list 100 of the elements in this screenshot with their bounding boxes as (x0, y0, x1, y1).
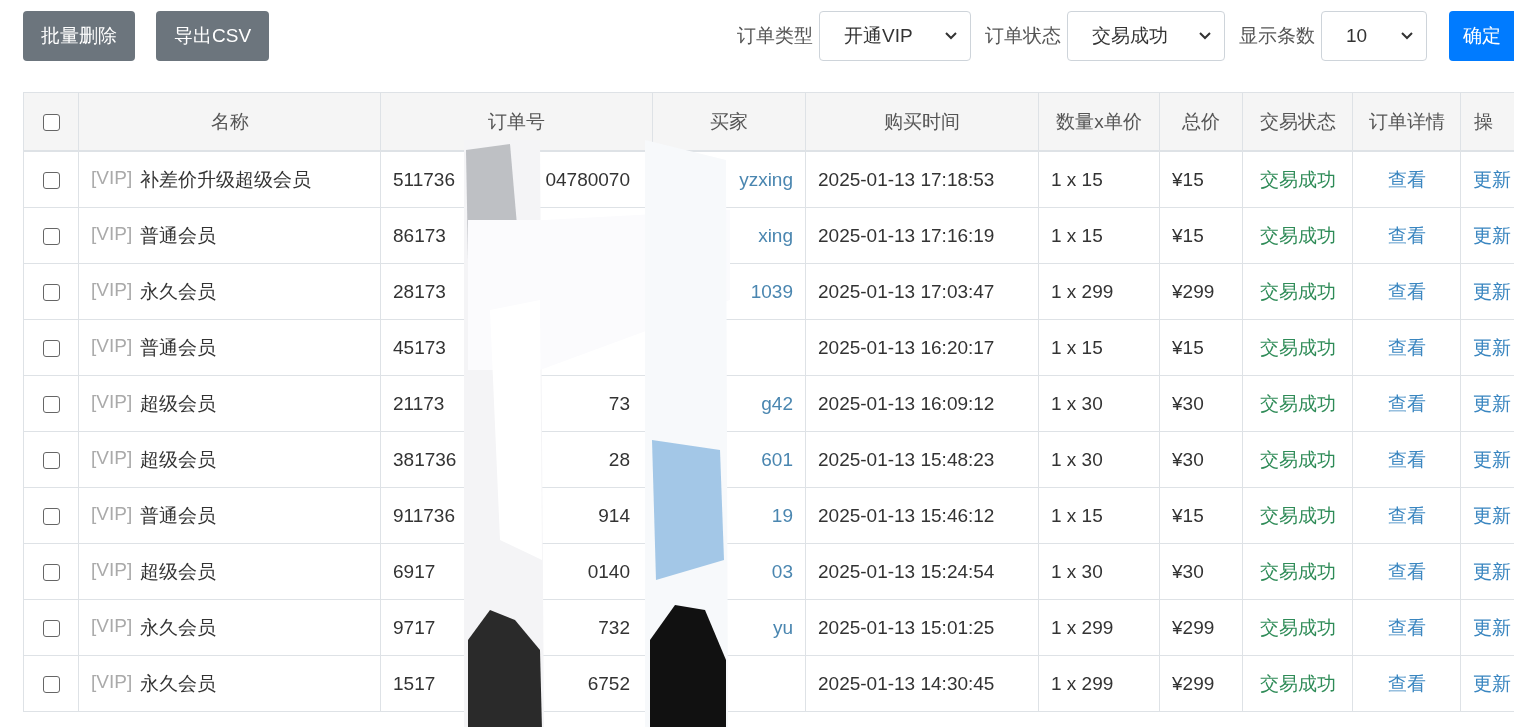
order-number-start: 28173 (393, 280, 446, 303)
total-price: ¥299 (1172, 280, 1215, 302)
buyer-link[interactable]: 19 (771, 504, 793, 526)
product-name: 普通会员 (140, 335, 217, 360)
order-number-start: 45173 (393, 336, 446, 359)
purchase-time: 2025-01-13 14:30:45 (818, 672, 995, 694)
buyer-link[interactable]: xing (758, 224, 793, 246)
buyer-link[interactable]: yzxing (739, 168, 793, 190)
order-number-end: 914 (598, 504, 630, 527)
select-value: 10 (1346, 25, 1368, 47)
column-header: 交易状态 (1259, 110, 1336, 132)
view-link[interactable]: 查看 (1387, 280, 1426, 302)
vip-tag: [VIP] (91, 502, 133, 529)
row-checkbox[interactable] (42, 564, 60, 581)
product-name: 超级会员 (140, 559, 217, 584)
buyer-link[interactable]: yu (772, 616, 793, 638)
order-number-end: 04780070 (545, 168, 630, 191)
purchase-time: 2025-01-13 17:18:53 (818, 168, 995, 190)
purchase-time: 2025-01-13 15:48:23 (818, 448, 995, 470)
quantity-price: 1 x 15 (1051, 168, 1103, 190)
quantity-price: 1 x 30 (1051, 392, 1103, 414)
column-header: 数量x单价 (1056, 110, 1142, 132)
purchase-time: 2025-01-13 15:01:25 (818, 616, 995, 638)
view-link[interactable]: 查看 (1387, 504, 1426, 526)
row-checkbox[interactable] (42, 172, 60, 189)
total-price: ¥15 (1172, 504, 1204, 526)
view-link[interactable]: 查看 (1387, 392, 1426, 414)
view-link[interactable]: 查看 (1387, 168, 1426, 190)
chevron-down-icon (944, 31, 958, 41)
status-text: 交易成功 (1259, 392, 1336, 414)
quantity-price: 1 x 299 (1051, 616, 1114, 638)
column-header: 订单详情 (1368, 110, 1445, 132)
quantity-price: 1 x 15 (1051, 224, 1103, 246)
filter-select[interactable]: 开通VIP (819, 11, 971, 61)
order-number-start: 511736 (393, 168, 455, 191)
row-checkbox[interactable] (42, 284, 60, 301)
vip-tag: [VIP] (91, 558, 133, 585)
status-text: 交易成功 (1259, 504, 1336, 526)
row-checkbox[interactable] (42, 228, 60, 245)
row-checkbox[interactable] (42, 396, 60, 413)
row-checkbox[interactable] (42, 620, 60, 637)
status-text: 交易成功 (1259, 448, 1336, 470)
row-checkbox[interactable] (42, 676, 60, 693)
status-text: 交易成功 (1259, 280, 1336, 302)
purchase-time: 2025-01-13 16:20:17 (818, 336, 995, 358)
batch-delete-button[interactable]: 批量删除 (23, 11, 135, 61)
product-name: 普通会员 (140, 503, 217, 528)
view-link[interactable]: 查看 (1387, 560, 1426, 582)
product-name: 超级会员 (140, 391, 217, 416)
order-number-end: 73 (608, 392, 630, 415)
row-checkbox[interactable] (42, 340, 60, 357)
total-price: ¥15 (1172, 224, 1204, 246)
column-header: 订单号 (488, 110, 545, 132)
column-header: 购买时间 (884, 110, 960, 132)
product-name: 永久会员 (140, 279, 217, 304)
row-checkbox[interactable] (42, 452, 60, 469)
total-price: ¥30 (1172, 560, 1204, 582)
buyer-link[interactable]: 03 (771, 560, 793, 582)
buyer-link[interactable]: g42 (761, 392, 793, 414)
vip-tag: [VIP] (91, 614, 133, 641)
view-link[interactable]: 查看 (1387, 448, 1426, 470)
product-name: 永久会员 (140, 615, 217, 640)
quantity-price: 1 x 15 (1051, 504, 1103, 526)
quantity-price: 1 x 30 (1051, 448, 1103, 470)
order-number-end: 28 (608, 448, 630, 471)
order-number-start: 21173 (393, 392, 445, 415)
export-csv-button[interactable]: 导出CSV (156, 11, 270, 61)
product-name: 补差价升级超级会员 (140, 167, 312, 192)
row-checkbox[interactable] (42, 508, 60, 525)
select-all-checkbox[interactable] (42, 114, 60, 131)
filter-label: 订单类型 (737, 24, 813, 48)
total-price: ¥30 (1172, 448, 1204, 470)
status-text: 交易成功 (1259, 168, 1336, 190)
view-link[interactable]: 查看 (1387, 616, 1426, 638)
buyer-link[interactable]: 601 (761, 448, 793, 470)
status-text: 交易成功 (1259, 336, 1336, 358)
product-name: 普通会员 (140, 223, 217, 248)
select-value: 交易成功 (1092, 24, 1168, 48)
quantity-price: 1 x 30 (1051, 560, 1103, 582)
status-text: 交易成功 (1259, 672, 1336, 694)
purchase-time: 2025-01-13 15:24:54 (818, 560, 995, 582)
column-header: 总价 (1182, 110, 1220, 132)
confirm-button[interactable]: 确定 (1449, 11, 1514, 61)
view-link[interactable]: 查看 (1387, 336, 1426, 358)
view-link[interactable]: 查看 (1387, 224, 1426, 246)
purchase-time: 2025-01-13 17:16:19 (818, 224, 995, 246)
filter-label: 显示条数 (1239, 24, 1315, 48)
vip-tag: [VIP] (91, 222, 133, 249)
column-header: 买家 (710, 110, 748, 132)
vip-tag: [VIP] (91, 166, 133, 193)
quantity-price: 1 x 15 (1051, 336, 1103, 358)
order-number-end: 0140 (587, 560, 630, 583)
filter-select[interactable]: 10 (1321, 11, 1427, 61)
vip-tag: [VIP] (91, 446, 133, 473)
filter-select[interactable]: 交易成功 (1067, 11, 1225, 61)
buyer-link[interactable]: 1039 (750, 280, 793, 302)
total-price: ¥299 (1172, 616, 1215, 638)
view-link[interactable]: 查看 (1387, 672, 1426, 694)
purchase-time: 2025-01-13 15:46:12 (818, 504, 995, 526)
quantity-price: 1 x 299 (1051, 672, 1114, 694)
